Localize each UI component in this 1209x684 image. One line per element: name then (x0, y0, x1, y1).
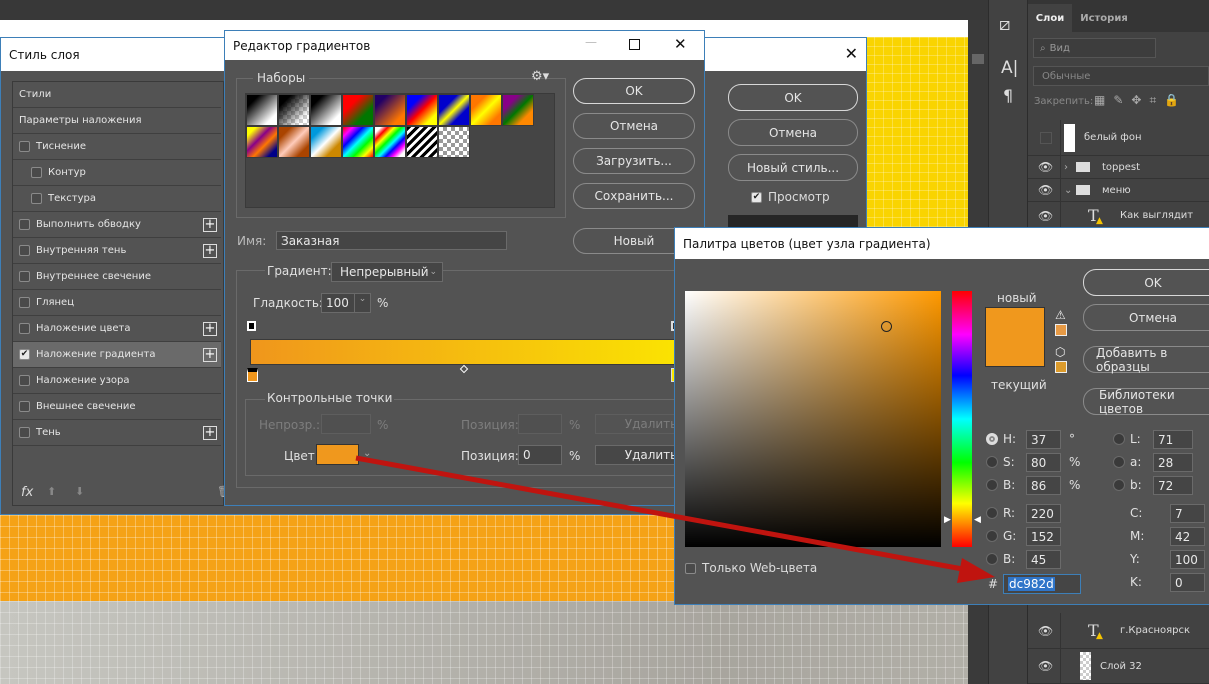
arrow-head (957, 558, 995, 583)
annotation-arrow (355, 455, 995, 583)
arrow-line (355, 455, 969, 573)
